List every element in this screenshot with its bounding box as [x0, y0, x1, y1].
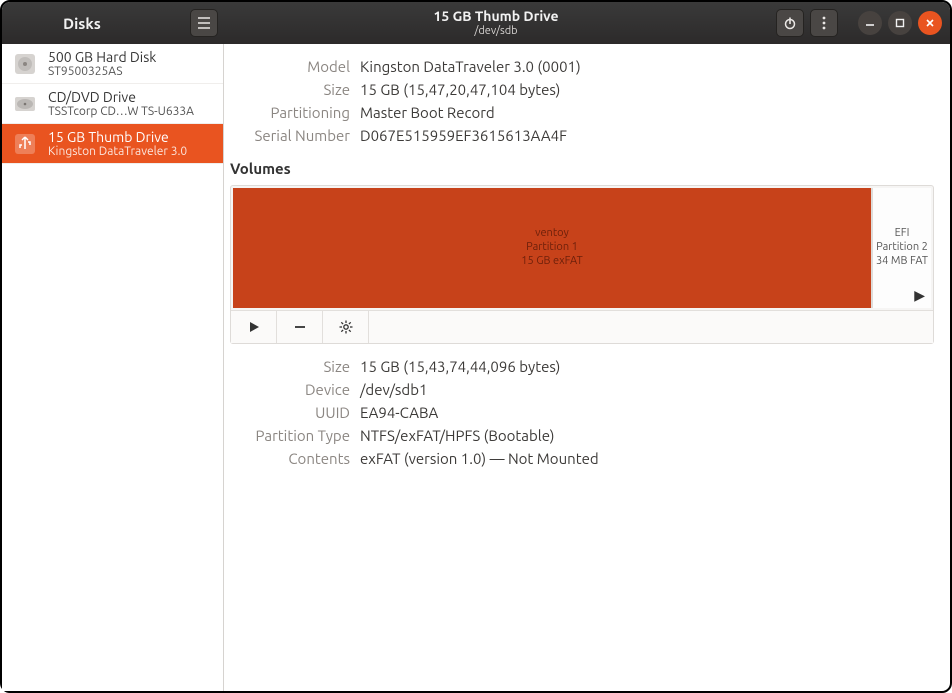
- vol-partnum: Partition 2: [876, 241, 928, 255]
- minimize-button[interactable]: [858, 11, 882, 35]
- volumes-heading: Volumes: [230, 160, 934, 177]
- mount-button[interactable]: [231, 311, 277, 343]
- drive-label: CD/DVD Drive: [48, 89, 194, 105]
- header-right: [768, 2, 950, 44]
- part-label-uuid: UUID: [240, 404, 350, 421]
- header-left: Disks: [2, 2, 224, 44]
- volume-bar: ventoy Partition 1 15 GB exFAT EFI Parti…: [233, 188, 931, 308]
- partition-options-button[interactable]: [323, 311, 369, 343]
- vol-name: ventoy: [535, 227, 569, 241]
- vol-fs: 34 MB FAT: [876, 255, 928, 269]
- drive-item-usb[interactable]: 15 GB Thumb Drive Kingston DataTraveler …: [2, 124, 223, 164]
- hdd-icon: [10, 49, 40, 79]
- part-value-ptype: NTFS/exFAT/HPFS (Bootable): [360, 427, 934, 444]
- volume-segment-2[interactable]: EFI Partition 2 34 MB FAT ▶: [871, 188, 931, 308]
- delete-partition-button[interactable]: [277, 311, 323, 343]
- drive-item-hdd[interactable]: 500 GB Hard Disk ST9500325AS: [2, 44, 223, 84]
- app-title: Disks: [14, 15, 150, 32]
- vol-fs: 15 GB exFAT: [521, 255, 582, 269]
- vol-name: EFI: [895, 227, 910, 241]
- hamburger-icon: [197, 17, 211, 29]
- part-label-ptype: Partition Type: [240, 427, 350, 444]
- drive-label: 15 GB Thumb Drive: [48, 129, 187, 145]
- power-button[interactable]: [776, 9, 804, 37]
- drive-menu-button[interactable]: [810, 9, 838, 37]
- app-menu-button[interactable]: [190, 9, 218, 37]
- vol-partnum: Partition 1: [526, 241, 578, 255]
- part-label-device: Device: [240, 381, 350, 398]
- power-icon: [783, 16, 797, 30]
- drive-sublabel: TSSTcorp CD…W TS-U633A: [48, 105, 194, 119]
- maximize-button[interactable]: [888, 11, 912, 35]
- drive-properties: Model Kingston DataTraveler 3.0 (0001) S…: [240, 58, 934, 144]
- volume-toolbar: [231, 310, 933, 343]
- volume-segment-1[interactable]: ventoy Partition 1 15 GB exFAT: [233, 188, 871, 308]
- drive-subtitle: /dev/sdb: [474, 25, 517, 37]
- drive-title: 15 GB Thumb Drive: [433, 9, 558, 24]
- maximize-icon: [895, 18, 905, 28]
- drive-list: 500 GB Hard Disk ST9500325AS CD/DVD Driv…: [2, 44, 224, 691]
- mount-indicator-icon: ▶: [914, 287, 925, 305]
- drive-sublabel: ST9500325AS: [48, 65, 156, 79]
- drive-sublabel: Kingston DataTraveler 3.0: [48, 145, 187, 159]
- header-center: 15 GB Thumb Drive /dev/sdb: [224, 2, 768, 44]
- close-icon: [925, 18, 935, 28]
- close-button[interactable]: [918, 11, 942, 35]
- part-label-size: Size: [240, 358, 350, 375]
- minus-icon: [294, 321, 306, 333]
- prop-label-partitioning: Partitioning: [240, 104, 350, 121]
- usb-icon: [10, 129, 40, 159]
- part-value-device: /dev/sdb1: [360, 381, 934, 398]
- prop-value-serial: D067E515959EF3615613AA4F: [360, 127, 934, 144]
- content: Model Kingston DataTraveler 3.0 (0001) S…: [224, 44, 950, 691]
- minimize-icon: [865, 18, 875, 28]
- headerbar: Disks 15 GB Thumb Drive /dev/sdb: [2, 2, 950, 44]
- prop-label-serial: Serial Number: [240, 127, 350, 144]
- gear-icon: [339, 320, 353, 334]
- part-value-size: 15 GB (15,43,74,44,096 bytes): [360, 358, 934, 375]
- prop-label-model: Model: [240, 58, 350, 75]
- drive-item-optical[interactable]: CD/DVD Drive TSSTcorp CD…W TS-U633A: [2, 84, 223, 124]
- drive-label: 500 GB Hard Disk: [48, 49, 156, 65]
- volumes-frame: ventoy Partition 1 15 GB exFAT EFI Parti…: [230, 185, 934, 344]
- prop-label-size: Size: [240, 81, 350, 98]
- play-icon: [248, 321, 260, 333]
- prop-value-partitioning: Master Boot Record: [360, 104, 934, 121]
- part-value-contents: exFAT (version 1.0) — Not Mounted: [360, 450, 934, 467]
- prop-value-model: Kingston DataTraveler 3.0 (0001): [360, 58, 934, 75]
- part-value-uuid: EA94-CABA: [360, 404, 934, 421]
- part-label-contents: Contents: [240, 450, 350, 467]
- partition-properties: Size 15 GB (15,43,74,44,096 bytes) Devic…: [240, 358, 934, 467]
- kebab-icon: [822, 16, 826, 30]
- optical-icon: [10, 89, 40, 119]
- prop-value-size: 15 GB (15,47,20,47,104 bytes): [360, 81, 934, 98]
